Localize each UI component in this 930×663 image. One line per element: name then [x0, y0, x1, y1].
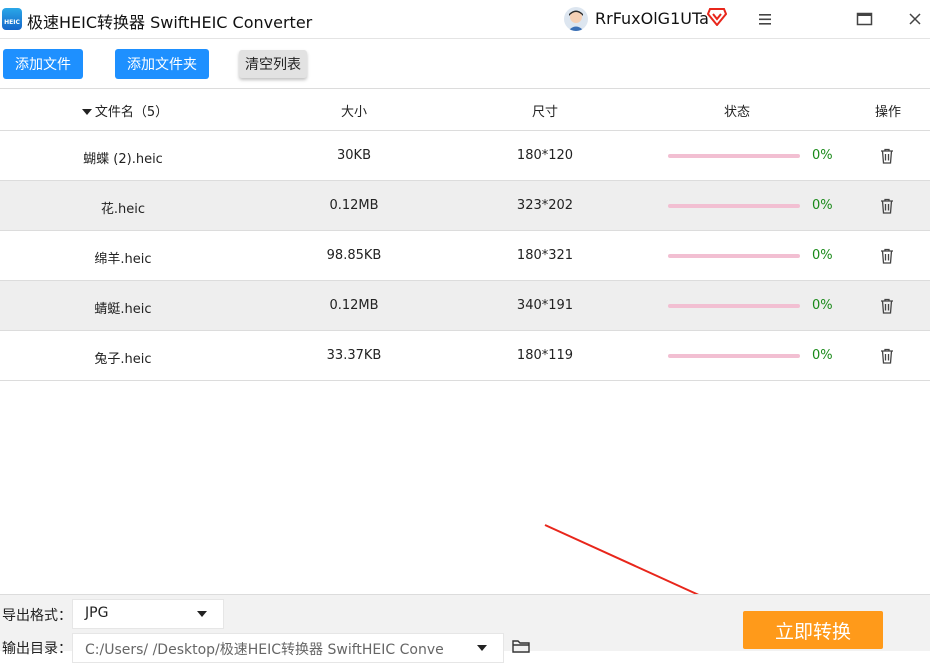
trash-icon[interactable] [880, 148, 894, 164]
file-size: 0.12MB [329, 198, 379, 213]
format-label: 导出格式： [2, 608, 72, 624]
file-size: 33.37KB [326, 348, 382, 363]
file-table: 文件名（5） 大小 尺寸 状态 操作 蝴蝶 (2).heic 30KB 180*… [0, 88, 930, 381]
output-dir-label: 输出目录： [2, 641, 72, 657]
progress-percent: 0% [812, 198, 833, 213]
toolbar: 添加文件 添加文件夹 清空列表 [0, 38, 930, 89]
file-name: 蝴蝶 (2).heic [83, 152, 163, 167]
trash-icon[interactable] [880, 248, 894, 264]
clear-list-button[interactable]: 清空列表 [239, 50, 307, 78]
output-settings: 导出格式： JPG 输出目录： C:/Users/ /Desktop/极速HEI… [0, 594, 930, 663]
file-dimensions: 180*119 [516, 348, 574, 363]
format-select[interactable]: JPG [72, 599, 224, 629]
output-dir-select[interactable]: C:/Users/ /Desktop/极速HEIC转换器 SwiftHEIC C… [72, 633, 504, 663]
progress-bar [668, 204, 800, 208]
table-row[interactable]: 蝴蝶 (2).heic 30KB 180*120 0% [0, 131, 930, 181]
file-name: 蜻蜓.heic [94, 302, 152, 317]
add-file-button[interactable]: 添加文件 [3, 49, 83, 79]
header-name[interactable]: 文件名（5） [75, 101, 175, 120]
add-folder-button[interactable]: 添加文件夹 [115, 49, 209, 79]
close-icon[interactable] [905, 9, 925, 29]
progress-bar [668, 304, 800, 308]
table-header: 文件名（5） 大小 尺寸 状态 操作 [0, 88, 930, 131]
table-row[interactable]: 兔子.heic 33.37KB 180*119 0% [0, 331, 930, 381]
app-title: 极速HEIC转换器 SwiftHEIC Converter [27, 13, 313, 32]
progress-percent: 0% [812, 298, 833, 313]
file-dimensions: 323*202 [516, 198, 574, 213]
header-size: 大小 [340, 105, 367, 120]
maximize-icon[interactable] [855, 9, 875, 29]
file-size: 98.85KB [326, 248, 382, 263]
header-actions: 操作 [874, 105, 901, 120]
app-logo-icon: HEIC [2, 8, 22, 30]
file-dimensions: 180*321 [516, 248, 574, 263]
trash-icon[interactable] [880, 198, 894, 214]
table-row[interactable]: 花.heic 0.12MB 323*202 0% [0, 181, 930, 231]
progress-percent: 0% [812, 348, 833, 363]
file-name: 花.heic [100, 202, 146, 217]
progress-percent: 0% [812, 248, 833, 263]
file-dimensions: 180*120 [516, 148, 574, 163]
file-dimensions: 340*191 [516, 298, 574, 313]
vip-diamond-icon[interactable] [706, 8, 728, 27]
sort-down-icon[interactable] [81, 109, 92, 115]
title-bar: HEIC 极速HEIC转换器 SwiftHEIC Converter RrFux… [0, 0, 930, 38]
chevron-down-icon [477, 645, 487, 651]
output-dir-value: C:/Users/ /Desktop/极速HEIC转换器 SwiftHEIC C… [85, 642, 444, 658]
trash-icon[interactable] [880, 298, 894, 314]
header-dimensions: 尺寸 [531, 105, 558, 120]
folder-icon[interactable] [512, 639, 530, 653]
table-row[interactable]: 绵羊.heic 98.85KB 180*321 0% [0, 231, 930, 281]
format-value: JPG [85, 605, 109, 621]
file-name: 兔子.heic [94, 352, 152, 367]
file-name: 绵羊.heic [94, 252, 152, 267]
file-size: 0.12MB [329, 298, 379, 313]
menu-icon[interactable] [756, 9, 776, 29]
username[interactable]: RrFuxOlG1UTa [595, 9, 709, 28]
progress-bar [668, 254, 800, 258]
progress-percent: 0% [812, 148, 833, 163]
user-avatar[interactable] [564, 7, 588, 31]
header-status: 状态 [723, 105, 750, 120]
convert-now-button[interactable]: 立即转换 [743, 611, 883, 649]
header-name-label: 文件名（5） [94, 105, 169, 120]
file-size: 30KB [337, 148, 371, 163]
progress-bar [668, 154, 800, 158]
trash-icon[interactable] [880, 348, 894, 364]
table-row[interactable]: 蜻蜓.heic 0.12MB 340*191 0% [0, 281, 930, 331]
chevron-down-icon [197, 611, 207, 617]
progress-bar [668, 354, 800, 358]
